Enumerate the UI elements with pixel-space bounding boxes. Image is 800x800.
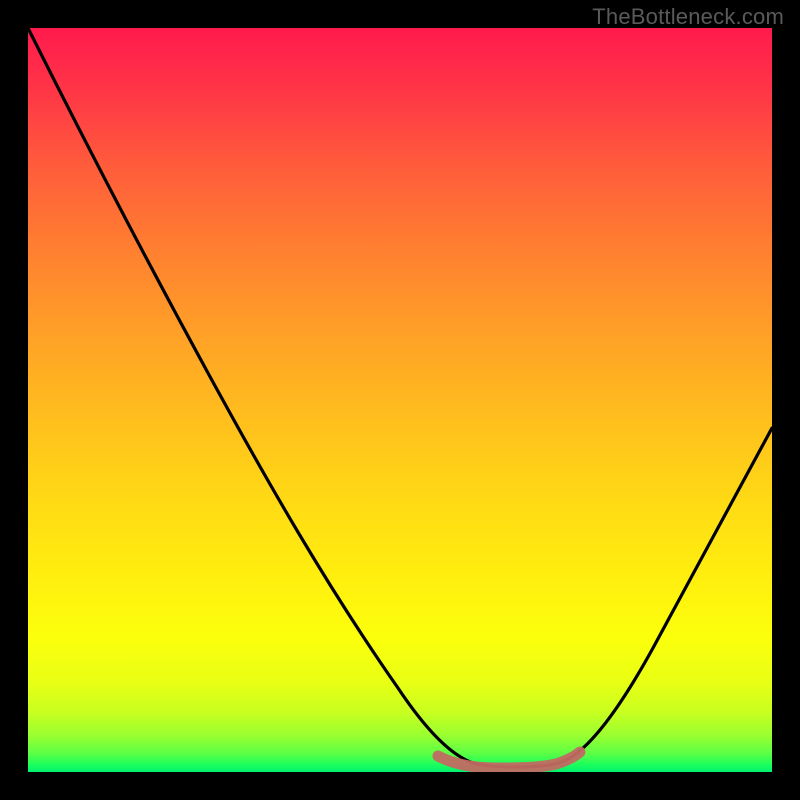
watermark-text: TheBottleneck.com	[592, 4, 784, 30]
bottleneck-curve	[28, 28, 772, 772]
curve-path	[28, 28, 772, 767]
chart-frame: TheBottleneck.com	[0, 0, 800, 800]
plot-area	[28, 28, 772, 772]
highlight-band-path	[438, 752, 580, 768]
